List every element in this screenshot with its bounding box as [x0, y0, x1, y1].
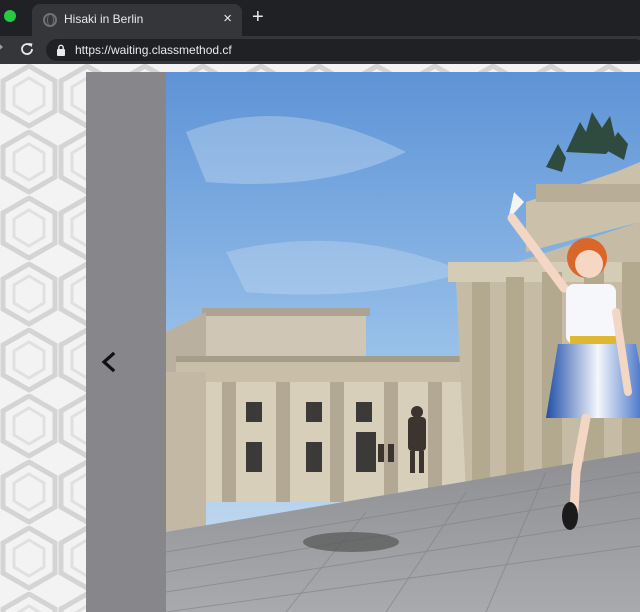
previous-slide-panel[interactable] — [86, 72, 166, 612]
lock-icon — [57, 44, 65, 56]
window-maximize-button[interactable] — [4, 10, 16, 22]
chevron-left-icon[interactable] — [86, 342, 130, 382]
globe-icon — [43, 13, 57, 27]
forward-button[interactable] — [0, 41, 3, 53]
browser-toolbar: https://waiting.classmethod.cf — [0, 36, 640, 64]
browser-tab[interactable]: Hisaki in Berlin × — [32, 4, 242, 36]
reload-icon[interactable] — [19, 41, 35, 57]
gallery-photo[interactable] — [166, 72, 640, 612]
close-tab-button[interactable]: × — [223, 10, 232, 28]
browser-tab-bar: Hisaki in Berlin × + — [0, 0, 640, 36]
tab-title: Hisaki in Berlin — [64, 12, 144, 26]
new-tab-button[interactable]: + — [252, 6, 264, 28]
gallery-page — [0, 64, 640, 612]
url-text: https://waiting.classmethod.cf — [75, 43, 232, 57]
address-bar[interactable]: https://waiting.classmethod.cf — [46, 39, 640, 61]
